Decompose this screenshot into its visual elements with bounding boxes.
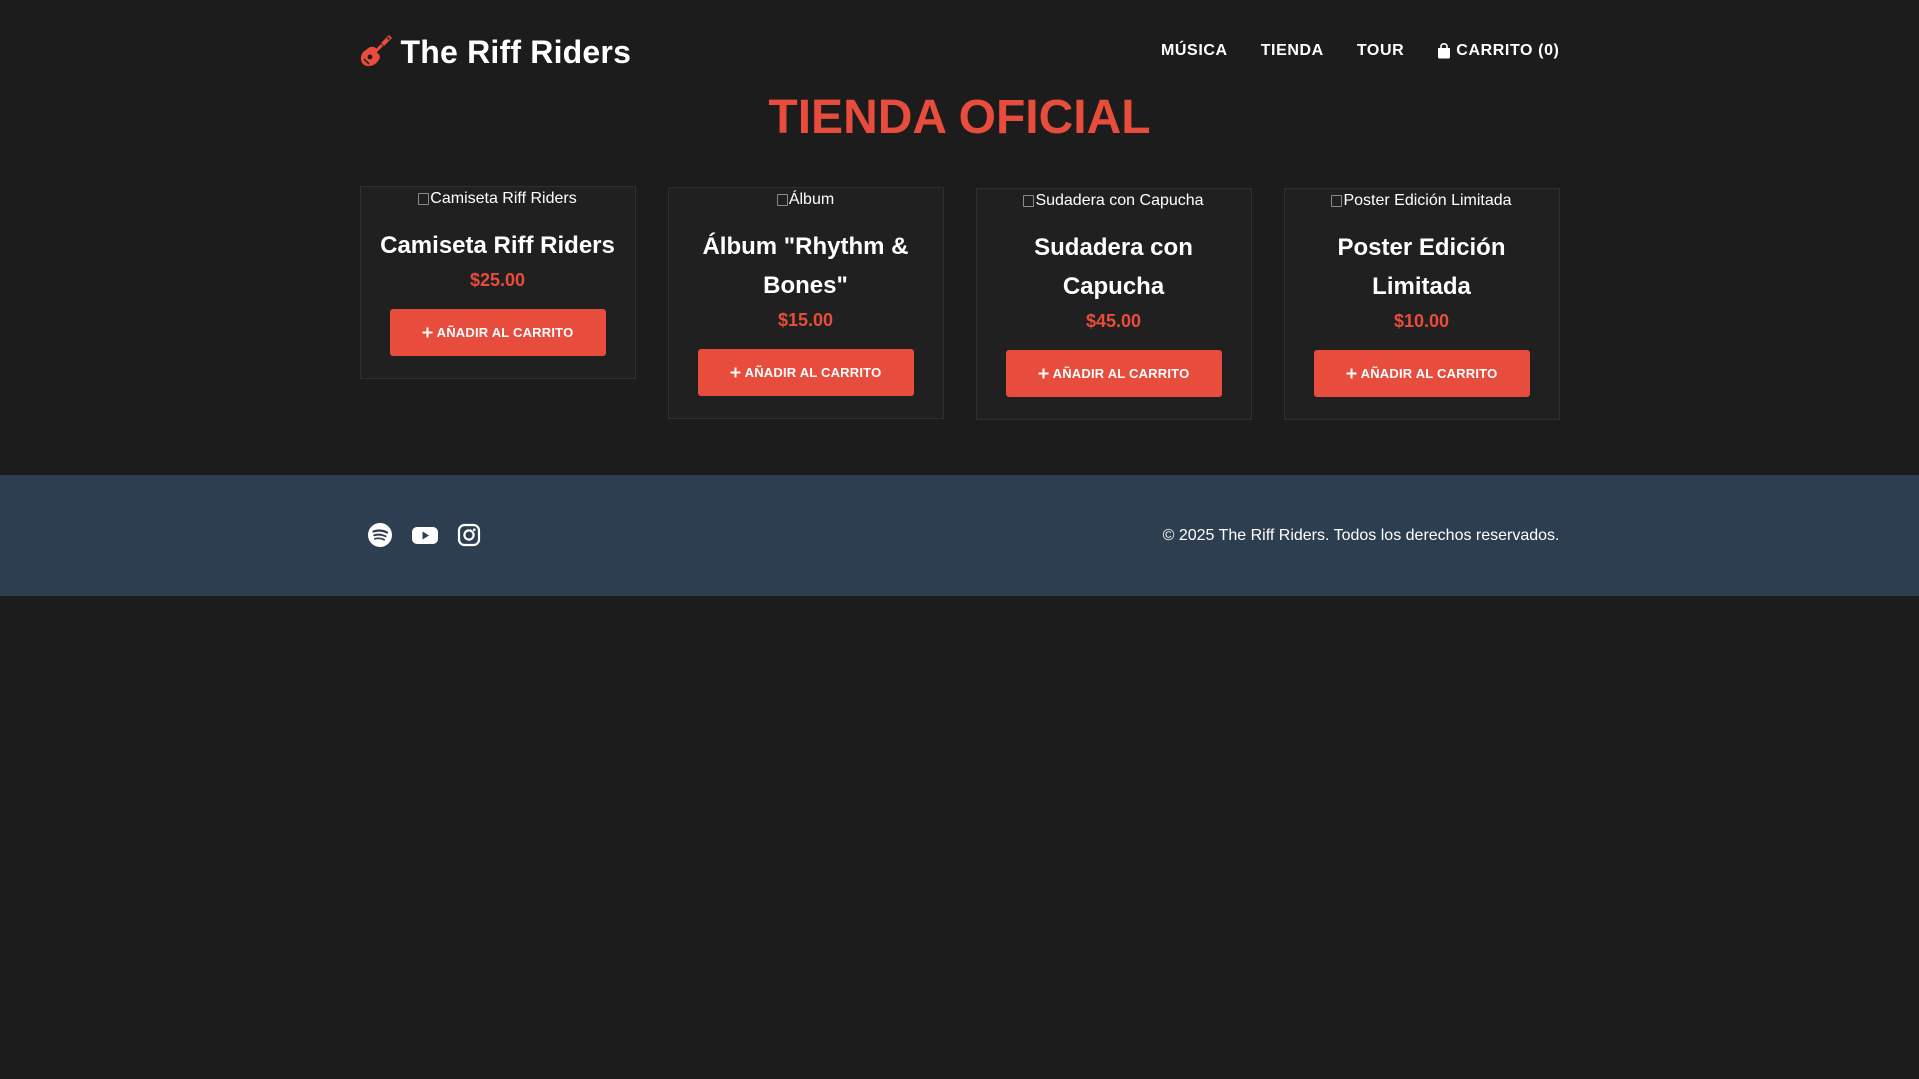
product-card: Poster Edición Limitada Poster Edición L… bbox=[1283, 188, 1560, 420]
product-image: Camiseta Riff Riders bbox=[361, 187, 635, 210]
page-container: The Riff Riders MÚSICA TIENDA TOUR CARRI… bbox=[359, 0, 1560, 420]
cart-link[interactable]: CARRITO (0) bbox=[1437, 41, 1559, 61]
product-name: Camiseta Riff Riders bbox=[380, 232, 615, 259]
shopping-bag-icon bbox=[1438, 43, 1451, 59]
add-to-cart-label: AÑADIR AL CARRITO bbox=[744, 365, 882, 380]
product-image: Poster Edición Limitada bbox=[1285, 189, 1559, 212]
add-to-cart-button[interactable]: AÑADIR AL CARRITO bbox=[1005, 350, 1222, 397]
social-links bbox=[367, 522, 481, 548]
main-nav: MÚSICA TIENDA TOUR CARRITO (0) bbox=[1161, 41, 1560, 61]
add-to-cart-button[interactable]: AÑADIR AL CARRITO bbox=[1313, 350, 1530, 397]
plus-icon bbox=[1038, 368, 1049, 379]
add-to-cart-button[interactable]: AÑADIR AL CARRITO bbox=[697, 349, 914, 396]
youtube-icon[interactable] bbox=[411, 522, 439, 548]
cart-label: CARRITO (0) bbox=[1456, 42, 1560, 59]
product-card: Camiseta Riff Riders Camiseta Riff Rider… bbox=[359, 186, 636, 379]
brand-name: The Riff Riders bbox=[400, 34, 632, 70]
site-footer: © 2025 The Riff Riders. Todos los derech… bbox=[0, 475, 1919, 596]
product-image: Sudadera con Capucha bbox=[977, 189, 1251, 212]
copyright-text: © 2025 The Riff Riders. Todos los derech… bbox=[1162, 527, 1560, 544]
add-to-cart-label: AÑADIR AL CARRITO bbox=[1360, 366, 1498, 381]
plus-icon bbox=[1346, 368, 1357, 379]
product-price: $45.00 bbox=[1085, 311, 1142, 331]
page-title: TIENDA OFICIAL bbox=[768, 91, 1151, 144]
product-price: $15.00 bbox=[777, 310, 834, 330]
nav-item-tour[interactable]: TOUR bbox=[1357, 41, 1404, 61]
product-name: Poster Edición Limitada bbox=[1337, 234, 1506, 300]
product-grid: Camiseta Riff Riders Camiseta Riff Rider… bbox=[359, 186, 1560, 420]
footer-inner: © 2025 The Riff Riders. Todos los derech… bbox=[360, 475, 1560, 596]
brand-link[interactable]: The Riff Riders bbox=[360, 33, 632, 71]
instagram-icon[interactable] bbox=[457, 522, 481, 548]
spotify-icon[interactable] bbox=[367, 522, 393, 548]
nav-item-tienda[interactable]: TIENDA bbox=[1261, 41, 1324, 61]
product-name: Sudadera con Capucha bbox=[1034, 234, 1193, 300]
product-card: Álbum Álbum "Rhythm & Bones" $15.00 AÑAD… bbox=[667, 187, 944, 419]
add-to-cart-button[interactable]: AÑADIR AL CARRITO bbox=[389, 309, 606, 356]
site-header: The Riff Riders MÚSICA TIENDA TOUR CARRI… bbox=[360, 0, 1560, 144]
nav-item-musica[interactable]: MÚSICA bbox=[1161, 41, 1228, 61]
product-name: Álbum "Rhythm & Bones" bbox=[702, 233, 909, 299]
product-image: Álbum bbox=[669, 188, 943, 211]
guitar-icon bbox=[360, 35, 392, 67]
add-to-cart-label: AÑADIR AL CARRITO bbox=[436, 325, 574, 340]
add-to-cart-label: AÑADIR AL CARRITO bbox=[1052, 366, 1190, 381]
product-price: $25.00 bbox=[469, 270, 526, 290]
product-image-alt: Álbum bbox=[777, 191, 834, 209]
product-image-alt: Camiseta Riff Riders bbox=[418, 190, 576, 208]
product-price: $10.00 bbox=[1393, 311, 1450, 331]
plus-icon bbox=[422, 327, 433, 338]
product-image-alt: Poster Edición Limitada bbox=[1331, 192, 1511, 210]
plus-icon bbox=[730, 367, 741, 378]
product-image-alt: Sudadera con Capucha bbox=[1023, 192, 1203, 210]
product-card: Sudadera con Capucha Sudadera con Capuch… bbox=[975, 188, 1252, 420]
